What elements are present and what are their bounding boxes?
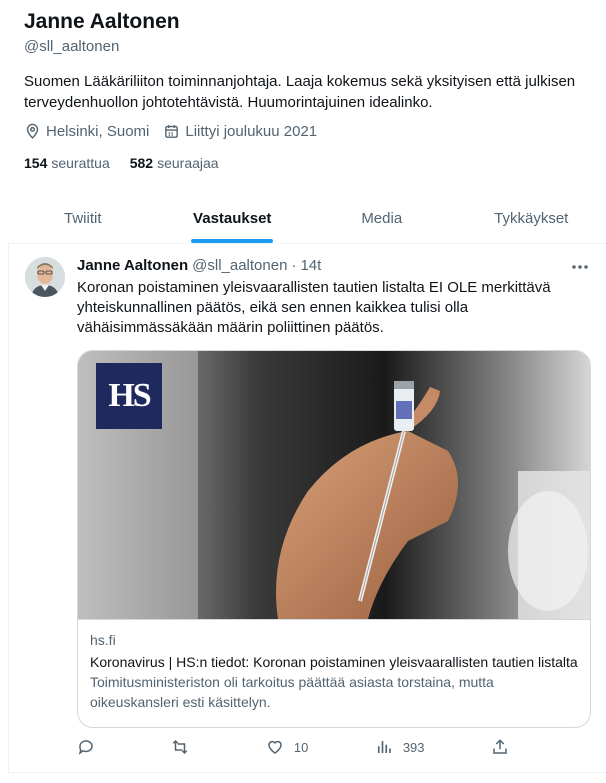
profile-joined: Liittyi joulukuu 2021 (163, 123, 317, 140)
profile-handle: @sll_aaltonen (24, 38, 120, 55)
share-button[interactable] (491, 738, 509, 756)
tweet[interactable]: Janne Aaltonen @sll_aaltonen · 14t Koron… (8, 244, 606, 773)
following-link[interactable]: 154 seurattua (24, 155, 110, 171)
avatar[interactable] (25, 257, 65, 297)
retweet-icon (173, 739, 188, 755)
profile-name: Janne Aaltonen (24, 10, 180, 33)
tab-replies[interactable]: Vastaukset (158, 193, 308, 243)
tab-likes[interactable]: Tykkäykset (457, 193, 606, 243)
followers-label: seuraajaa (157, 155, 219, 171)
hs-logo: HS (108, 377, 151, 414)
tab-tweets[interactable]: Twiitit (8, 193, 158, 243)
like-count: 10 (293, 739, 309, 755)
like-button[interactable]: 10 (266, 738, 308, 756)
views-button[interactable]: 393 (375, 738, 425, 756)
followers-count: 582 (129, 155, 154, 171)
tweet-separator: · (291, 257, 297, 274)
following-count: 154 (24, 155, 48, 171)
following-label: seurattua (51, 155, 110, 171)
tweet-author-name[interactable]: Janne Aaltonen (77, 257, 188, 274)
profile-tabs: Twiitit Vastaukset Media Tykkäykset (8, 193, 606, 244)
tab-media-label: Media (361, 209, 403, 227)
joined-text: Liittyi joulukuu 2021 (185, 123, 318, 140)
card-domain: hs.fi (90, 632, 116, 648)
tab-media[interactable]: Media (307, 193, 457, 243)
tab-replies-label: Vastaukset (193, 209, 272, 227)
profile-meta: Helsinki, Suomi Liittyi joulukuu 2021 (24, 123, 331, 140)
follow-stats: 154 seurattua 582 seuraajaa (24, 155, 239, 171)
views-count: 393 (402, 739, 425, 755)
card-description: Toimitusministeriston oli tarkoitus päät… (90, 674, 494, 710)
tweet-header: Janne Aaltonen @sll_aaltonen · 14t (77, 257, 321, 274)
tab-likes-label: Tykkäykset (494, 209, 569, 227)
followers-link[interactable]: 582 seuraajaa (130, 155, 219, 171)
reply-icon (78, 740, 93, 755)
avatar-image (25, 257, 65, 297)
share-icon (493, 739, 507, 754)
tweet-text: Koronan poistaminen yleisvaarallisten ta… (77, 279, 551, 336)
profile-location: Helsinki, Suomi (24, 123, 149, 140)
retweet-button[interactable] (171, 738, 199, 756)
tab-tweets-label: Twiitit (64, 209, 102, 227)
profile-bio: Suomen Lääkäriliiton toiminnanjohtaja. L… (24, 73, 576, 111)
heart-icon (268, 740, 282, 754)
tweet-time[interactable]: 14t (300, 257, 321, 274)
tweet-author-handle[interactable]: @sll_aaltonen (192, 257, 287, 274)
more-options-icon[interactable] (570, 258, 590, 276)
active-tab-indicator (191, 239, 274, 243)
reply-button[interactable] (77, 738, 105, 756)
views-chart-icon (377, 741, 391, 753)
card-title: Koronavirus | HS:n tiedot: Koronan poist… (90, 654, 578, 670)
card-body: hs.fi Koronavirus | HS:n tiedot: Koronan… (78, 619, 590, 722)
location-pin-icon (26, 123, 39, 139)
location-text: Helsinki, Suomi (46, 123, 150, 140)
calendar-icon (165, 125, 179, 138)
link-card[interactable]: HS hs.fi Koronavirus | HS:n tiedot: Koro… (77, 350, 591, 728)
tweet-actions: 10 393 (77, 738, 509, 756)
